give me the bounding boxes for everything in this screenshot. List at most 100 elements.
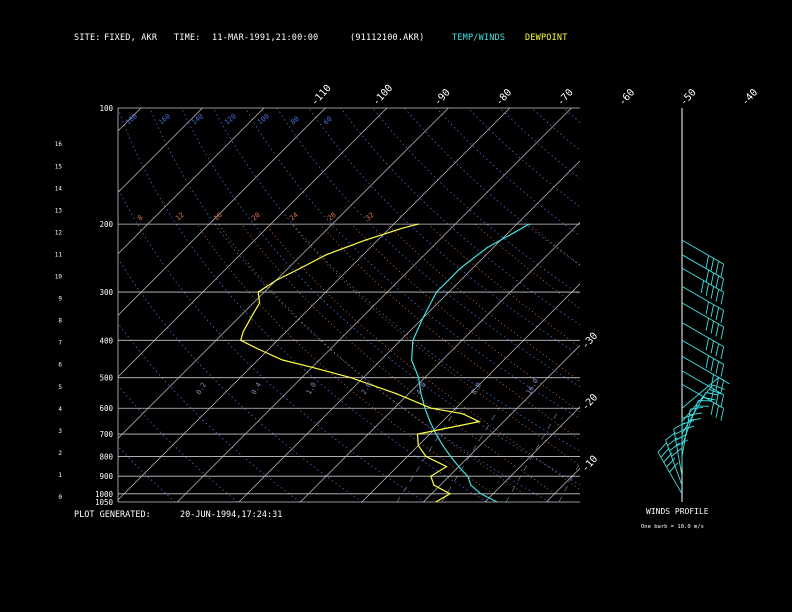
temperature-point <box>459 267 462 269</box>
wind-barb-staff <box>657 452 683 495</box>
pressure-tick-label: 1050 <box>95 498 114 507</box>
mixing-ratio-label: 16.0 <box>525 377 540 396</box>
wind-barb-flag <box>710 272 715 286</box>
dewpoint-point <box>300 267 302 269</box>
wind-profile-title: WINDS PROFILE <box>646 507 709 516</box>
dewpoint-point <box>430 475 432 477</box>
dry-adiabat <box>723 108 792 502</box>
dry-adiabat <box>149 108 550 502</box>
wind-barb-flag <box>715 275 720 289</box>
dry-adiabat-label: 60 <box>322 115 334 127</box>
wind-barb-flag <box>715 261 720 274</box>
isotherm <box>423 344 580 502</box>
isotherm-right-label: -30 <box>580 331 600 352</box>
wind-barb-flag <box>720 346 725 360</box>
dewpoint-point <box>435 501 437 502</box>
isotherm <box>546 467 580 502</box>
dewpoint-point <box>478 421 480 423</box>
dry-adiabat-label: 140 <box>190 112 205 126</box>
height-tick-label: 6 <box>58 362 62 369</box>
wind-barb-flag <box>715 391 720 405</box>
temperature-point <box>429 421 431 423</box>
wind-barb-flag <box>715 343 720 357</box>
dewpoint-point <box>250 317 252 319</box>
dewpoint-point <box>430 407 432 409</box>
temperature-point <box>496 501 498 502</box>
isotherm-top-label: -90 <box>432 87 452 108</box>
dewpoint-profile <box>239 223 482 502</box>
height-tick-label: 10 <box>55 274 63 281</box>
wind-barb-flag <box>715 405 720 418</box>
isotherm <box>118 108 511 501</box>
height-tick-label: 8 <box>58 318 62 325</box>
dewpoint-point <box>417 223 419 225</box>
wind-barb-flag <box>710 304 715 318</box>
isotherm <box>118 108 142 132</box>
height-tick-label: 2 <box>58 450 62 457</box>
wind-barb-staff <box>681 384 714 422</box>
wind-panel: WINDS PROFILE One barb = 10.0 m/s <box>641 108 730 530</box>
pressure-tick-label: 700 <box>99 430 113 439</box>
pressure-tick-label: 400 <box>99 336 113 345</box>
isotherm <box>118 108 326 316</box>
dry-adiabat <box>308 108 580 356</box>
dewpoint-point <box>433 484 435 486</box>
isotherm <box>669 108 792 502</box>
wind-barb-flag <box>705 270 710 283</box>
dewpoint-point <box>417 445 419 447</box>
isotherm <box>118 108 203 193</box>
isotherm-top-label: -70 <box>555 87 575 108</box>
dewpoint-point <box>311 366 313 368</box>
dry-adiabat-label: 120 <box>223 112 238 126</box>
mixing-ratio-line <box>616 408 663 502</box>
temperature-point <box>528 223 530 225</box>
wind-barb-flag <box>669 442 680 452</box>
wind-barb-flag <box>705 301 710 315</box>
temperature-point <box>467 475 469 477</box>
isotherm-right-label: -10 <box>580 454 600 475</box>
skewt-chart: 1002003004005006007008009001000105001234… <box>55 83 792 530</box>
dry-adiabat <box>786 108 792 502</box>
moist-adiabat-label: 16 <box>212 211 224 223</box>
isotherm <box>361 283 580 502</box>
temperature-point <box>458 466 460 468</box>
dry-adiabat <box>563 108 580 123</box>
isotherm <box>731 108 792 502</box>
moist-adiabat-label: 20 <box>250 211 262 223</box>
pressure-tick-label: 800 <box>99 452 113 461</box>
dewpoint-point <box>259 302 261 304</box>
wind-barb-flag <box>720 292 725 305</box>
isotherm-right-label: -20 <box>580 392 600 413</box>
temperature-point <box>412 339 414 341</box>
mixing-ratio-line <box>558 461 580 502</box>
dry-adiabat <box>403 108 580 266</box>
wind-barb-flag <box>710 286 715 299</box>
wind-barb-flag <box>705 337 710 351</box>
moist-adiabat <box>241 223 555 495</box>
height-tick-label: 0 <box>58 494 62 501</box>
temperature-point <box>514 231 516 233</box>
height-tick-label: 13 <box>55 207 63 214</box>
wind-barb-flag <box>720 326 725 340</box>
isotherm <box>177 108 572 502</box>
dry-adiabat <box>531 108 580 151</box>
mixing-ratio-label: 0.4 <box>250 381 263 396</box>
wind-barb-flag <box>720 380 725 393</box>
dry-adiabat-label: 100 <box>256 112 271 126</box>
temperature-point <box>435 433 437 435</box>
dewpoint-point <box>275 279 277 282</box>
dry-adiabat <box>627 108 792 502</box>
dewpoint-point <box>461 413 464 415</box>
height-tick-label: 15 <box>55 163 63 170</box>
dewpoint-point <box>425 455 427 457</box>
profiles-layer <box>239 223 530 502</box>
height-tick-label: 3 <box>58 428 62 435</box>
pressure-tick-label: 500 <box>99 374 113 383</box>
wind-barb-flag <box>720 264 725 277</box>
wind-barb-flag <box>720 394 725 408</box>
wind-barb-flag <box>657 442 667 453</box>
moist-adiabat-label: 8 <box>136 214 144 223</box>
temperature-point <box>422 317 424 319</box>
wind-barb-flag <box>705 283 710 296</box>
dewpoint-point <box>416 433 419 435</box>
